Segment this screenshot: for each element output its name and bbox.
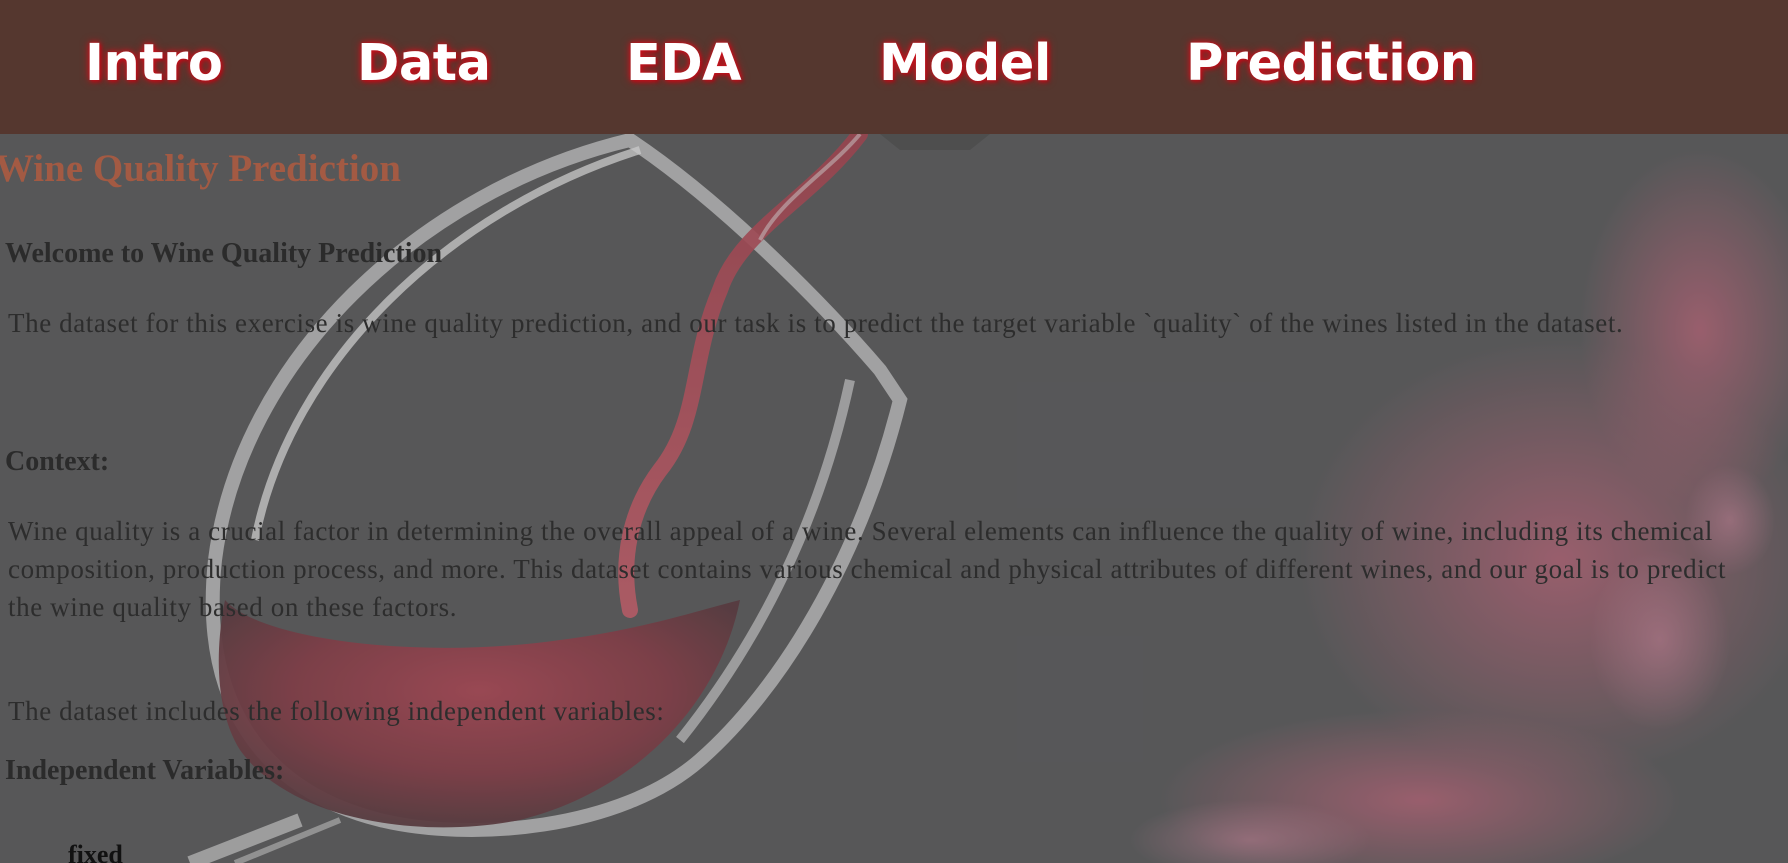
page: Intro Data EDA Model Prediction Wine Qua… <box>0 0 1788 863</box>
page-title: Wine Quality Prediction <box>0 147 401 190</box>
context-heading: Context: <box>5 446 110 477</box>
independent-variables-heading: Independent Variables: <box>5 755 285 786</box>
welcome-heading: Welcome to Wine Quality Prediction <box>5 238 443 269</box>
nav-item-intro[interactable]: Intro <box>85 30 223 98</box>
context-paragraph: Wine quality is a crucial factor in dete… <box>8 516 1727 622</box>
variables-intro-text: The dataset includes the following indep… <box>8 696 665 726</box>
top-nav-bar: Intro Data EDA Model Prediction <box>0 0 1788 134</box>
list-item: fixed <box>68 840 123 863</box>
nav-item-eda[interactable]: EDA <box>626 30 742 98</box>
intro-paragraph: The dataset for this exercise is wine qu… <box>8 308 1624 338</box>
nav-item-model[interactable]: Model <box>879 30 1051 98</box>
nav-item-data[interactable]: Data <box>357 30 491 98</box>
nav-item-prediction[interactable]: Prediction <box>1186 30 1476 98</box>
main-content: Wine Quality Prediction Welcome to Wine … <box>0 134 1788 863</box>
